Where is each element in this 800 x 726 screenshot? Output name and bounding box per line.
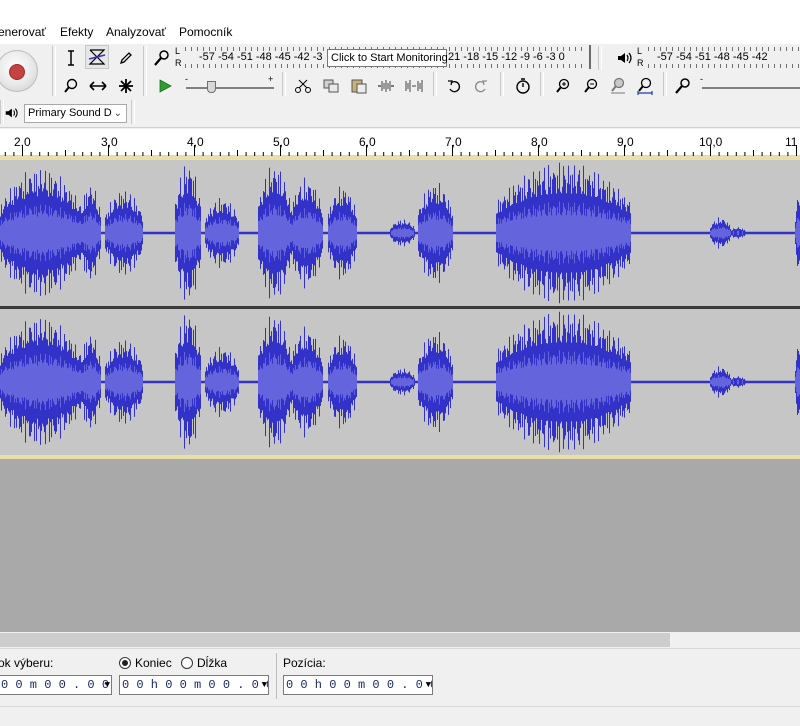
dropdown-arrow-icon[interactable]: ▼	[426, 676, 431, 694]
playback-meter-ticks-bottom	[648, 64, 800, 68]
playback-meter-left-label: L	[637, 46, 643, 56]
selection-start-time[interactable]: 0 0 m 0 0 . 0 0 0 s ▼	[0, 675, 112, 695]
ruler-label-6: 6,0	[359, 135, 376, 149]
silence-audio-icon[interactable]	[402, 74, 426, 98]
toolbar-grip[interactable]	[663, 72, 667, 96]
playback-slider-min: -	[185, 74, 188, 84]
dropdown-arrow-icon[interactable]: ▼	[105, 676, 110, 694]
undo-icon[interactable]	[442, 74, 466, 98]
monitoring-tooltip: Click to Start Monitoring	[327, 49, 448, 67]
play-at-speed-button[interactable]	[153, 74, 177, 98]
toolbar-grip[interactable]	[282, 72, 286, 96]
ruler-label-10: 10,0	[699, 135, 723, 149]
speaker-icon[interactable]	[612, 46, 636, 70]
left-channel-waveform	[0, 162, 800, 304]
status-bar	[0, 706, 800, 726]
copy-icon[interactable]	[319, 74, 343, 98]
selection-tool-icon[interactable]	[59, 46, 83, 70]
ruler-label-2: 2,0	[14, 135, 31, 149]
selection-start-value: 0 0 m 0 0 . 0 0 0 s	[1, 678, 111, 692]
record-meter-scale-tail[interactable]: 21 -18 -15 -12 -9 -6 -3 0	[448, 51, 565, 63]
toolbar-grip[interactable]	[131, 100, 135, 124]
audio-position-value: 0 0 h 0 0 m 0 0 . 0 0 0 s	[286, 678, 432, 692]
menu-help[interactable]: Pomocník	[179, 25, 232, 39]
audio-position-time[interactable]: 0 0 h 0 0 m 0 0 . 0 0 0 s ▼	[283, 675, 433, 695]
cut-icon[interactable]	[291, 74, 315, 98]
fit-project-icon[interactable]	[633, 74, 657, 98]
microphone-icon[interactable]	[150, 46, 174, 70]
chevron-down-icon: ⌄	[113, 108, 122, 119]
menu-generate[interactable]: enerovať	[0, 25, 46, 39]
zoom-tool-icon[interactable]	[59, 74, 83, 98]
playback-speed-thumb[interactable]	[207, 81, 216, 93]
toolbar-grip[interactable]	[52, 46, 56, 96]
record-meter-left-label: L	[175, 46, 181, 56]
ruler-label-11: 11	[785, 135, 798, 149]
sync-lock-icon[interactable]	[511, 74, 535, 98]
selection-separator	[276, 653, 277, 699]
ruler-label-4: 4,0	[187, 135, 204, 149]
playback-device-select[interactable]: Primary Sound D ⌄	[24, 104, 127, 123]
menu-bar: enerovať Efekty Analyzovať Pomocník	[0, 0, 800, 44]
record-meter-scale[interactable]: -57 -54 -51 -48 -45 -42 -3	[199, 51, 323, 63]
envelope-tool-icon[interactable]	[85, 45, 109, 69]
playback-meter-right-label: R	[637, 58, 644, 68]
ruler-label-5: 5,0	[273, 135, 290, 149]
ruler-label-7: 7,0	[445, 135, 462, 149]
ruler-label-3: 3,0	[101, 135, 118, 149]
toolbar-grip[interactable]	[540, 72, 544, 96]
end-radio-label[interactable]: Koniec	[135, 656, 172, 670]
paste-icon[interactable]	[347, 74, 371, 98]
length-radio[interactable]	[181, 657, 193, 669]
waveform[interactable]	[0, 156, 800, 459]
record-meter-right-label: R	[175, 58, 182, 68]
recording-slider-min: -	[700, 74, 703, 84]
selection-end-value: 0 0 h 0 0 m 0 0 . 0 0 0 s	[122, 678, 268, 692]
time-shift-tool-icon[interactable]	[86, 74, 110, 98]
zoom-out-icon[interactable]	[579, 74, 603, 98]
toolbar-grip[interactable]	[598, 46, 602, 70]
toolbar-grip[interactable]	[143, 72, 147, 96]
draw-tool-icon[interactable]	[114, 46, 138, 70]
recording-volume-slider[interactable]	[702, 87, 800, 89]
recording-volume-icon[interactable]	[671, 74, 695, 98]
selection-start-label: ok výberu:	[0, 656, 54, 670]
fit-selection-icon[interactable]	[606, 74, 630, 98]
zoom-in-icon[interactable]	[551, 74, 575, 98]
toolbar-area: L R -57 -54 -51 -48 -45 -42 -3 21 -18 -1…	[0, 44, 800, 128]
multi-tool-icon[interactable]	[114, 74, 138, 98]
trim-audio-icon[interactable]	[374, 74, 398, 98]
audio-host-speaker-icon	[1, 101, 21, 125]
length-radio-label[interactable]: Dĺžka	[197, 656, 227, 670]
dropdown-arrow-icon[interactable]: ▼	[262, 676, 267, 694]
scrollbar-thumb[interactable]	[0, 633, 670, 647]
timeline-ruler[interactable]: 2,0 3,0 4,0 5,0 6,0 7,0 8,0 9,0 10,0 11	[0, 129, 800, 156]
record-icon	[9, 64, 25, 80]
horizontal-scrollbar[interactable]	[0, 632, 800, 648]
selection-end-time[interactable]: 0 0 h 0 0 m 0 0 . 0 0 0 s ▼	[119, 675, 269, 695]
playback-slider-max: +	[268, 74, 274, 84]
menu-effects[interactable]: Efekty	[60, 25, 93, 39]
toolbar-grip[interactable]	[500, 72, 504, 96]
record-button[interactable]	[0, 50, 38, 92]
right-channel-waveform	[0, 311, 800, 453]
ruler-ticks	[4, 145, 797, 156]
position-label: Pozícia:	[283, 656, 326, 670]
toolbar-grip[interactable]	[433, 72, 437, 96]
playback-meter-scale[interactable]: -57 -54 -51 -48 -45 -42	[657, 51, 768, 63]
track-area[interactable]	[0, 156, 800, 632]
menu-analyze[interactable]: Analyzovať	[106, 25, 166, 39]
playback-device-value: Primary Sound D	[28, 107, 112, 119]
playback-speed-slider[interactable]	[186, 87, 274, 89]
ruler-label-8: 8,0	[531, 135, 548, 149]
end-radio[interactable]	[119, 657, 131, 669]
redo-icon[interactable]	[469, 74, 493, 98]
record-meter-end	[589, 45, 591, 69]
ruler-label-9: 9,0	[617, 135, 634, 149]
